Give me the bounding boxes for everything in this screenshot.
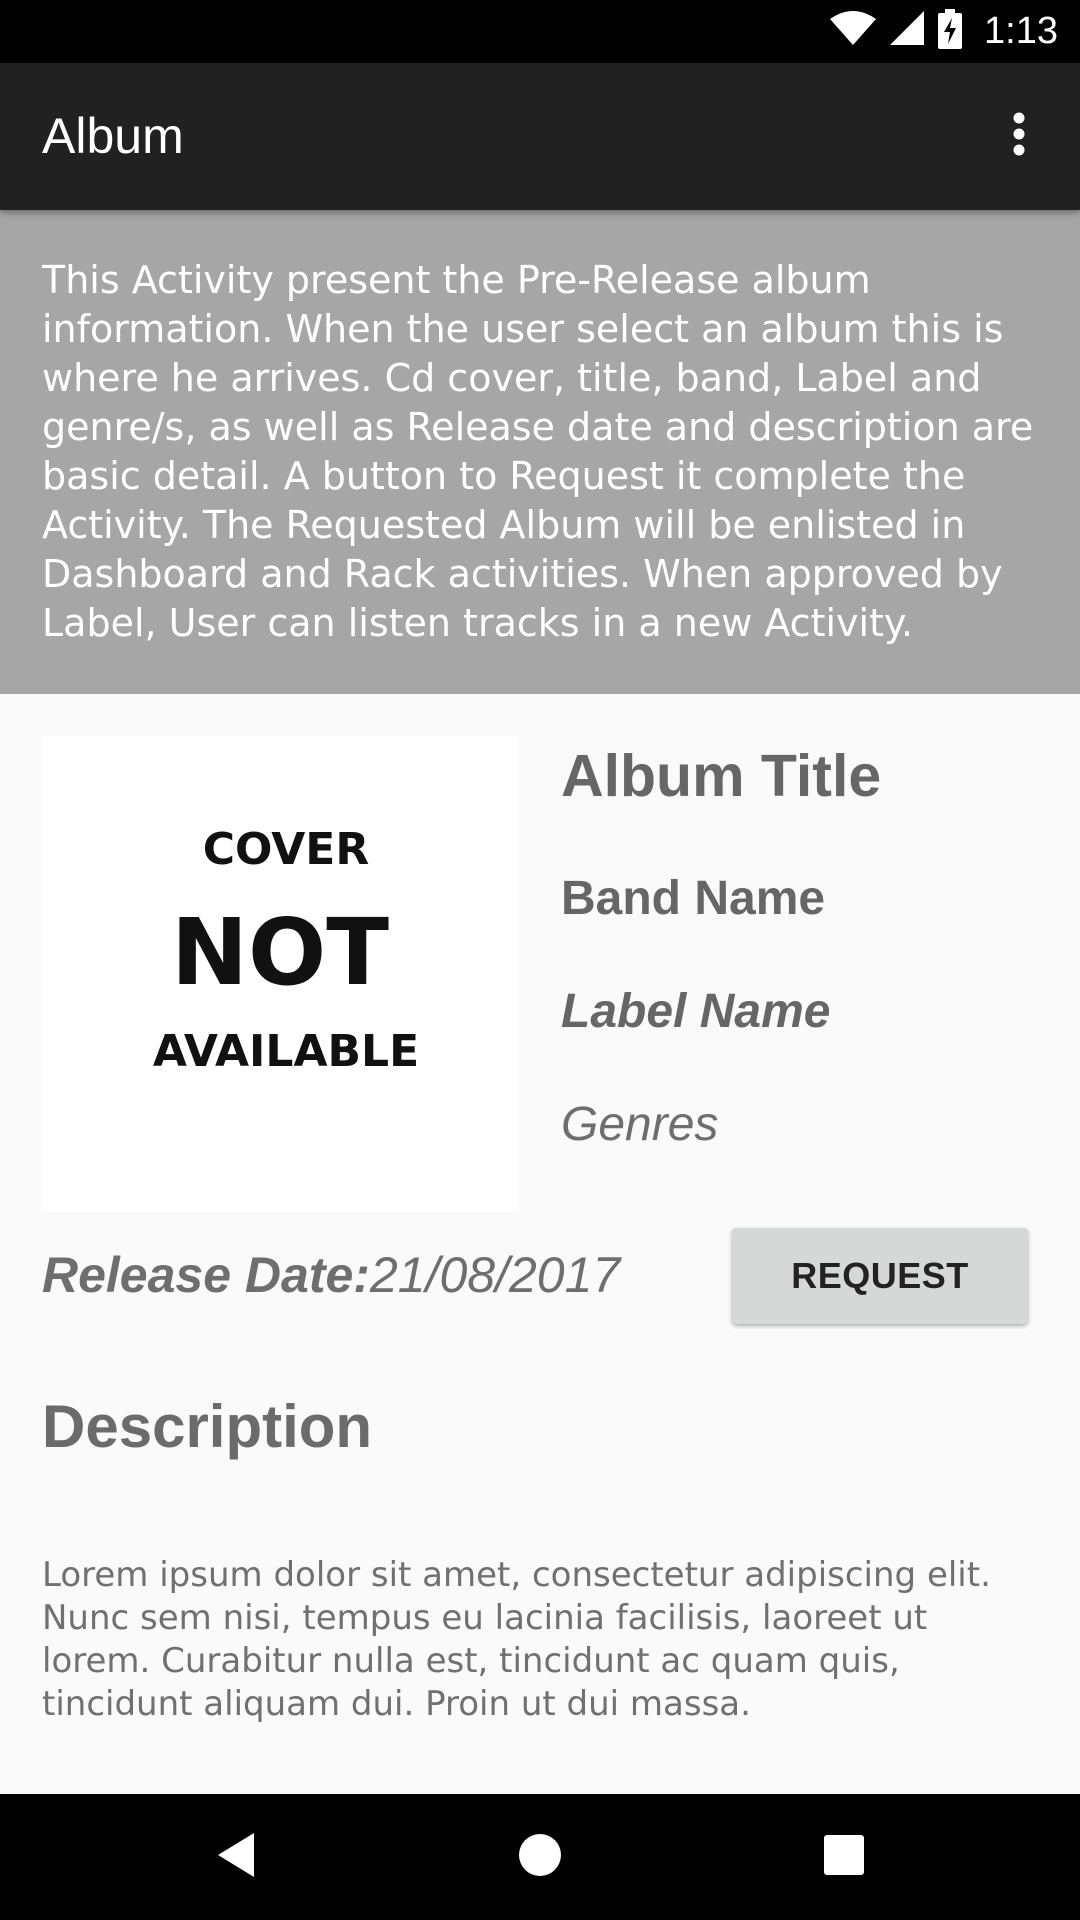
album-title: Album Title [561,743,882,809]
info-text: This Activity present the Pre-Release al… [42,258,1034,645]
overflow-menu-icon [1013,112,1025,161]
battery-charging-icon [938,9,963,54]
band-name: Band Name [561,872,826,925]
wifi-icon [830,11,877,52]
home-button[interactable] [500,1819,580,1895]
back-icon [214,1831,258,1884]
release-date-label: Release Date: [42,1247,370,1303]
navigation-bar [0,1794,1080,1920]
description-heading: Description [42,1393,373,1460]
app-toolbar: Album [0,63,1080,210]
recents-icon [823,1834,865,1881]
album-cover-image: COVER NOT AVAILABLE [42,736,519,1212]
release-date-value: 21/08/2017 [369,1247,621,1303]
cover-line-1: COVER [203,824,370,875]
toolbar-title: Album [42,108,184,164]
release-date-row: Release Date:21/08/2017 [42,1246,620,1304]
request-button[interactable]: REQUEST [732,1228,1028,1324]
status-time: 1:13 [984,10,1058,52]
status-bar: 1:13 [0,0,1080,63]
description-body: Lorem ipsum dolor sit amet, consectetur … [42,1555,991,1724]
recents-button[interactable] [804,1819,884,1895]
genres: Genres [561,1098,719,1151]
cover-line-2: NOT [171,899,389,1006]
label-name: Label Name [561,985,831,1038]
signal-icon [890,11,925,52]
back-button[interactable] [196,1819,276,1895]
cover-line-3: AVAILABLE [153,1026,419,1077]
overflow-menu-button[interactable] [982,99,1056,173]
status-icons: 1:13 [830,0,1058,63]
home-icon [518,1833,562,1882]
info-panel: This Activity present the Pre-Release al… [0,210,1080,694]
